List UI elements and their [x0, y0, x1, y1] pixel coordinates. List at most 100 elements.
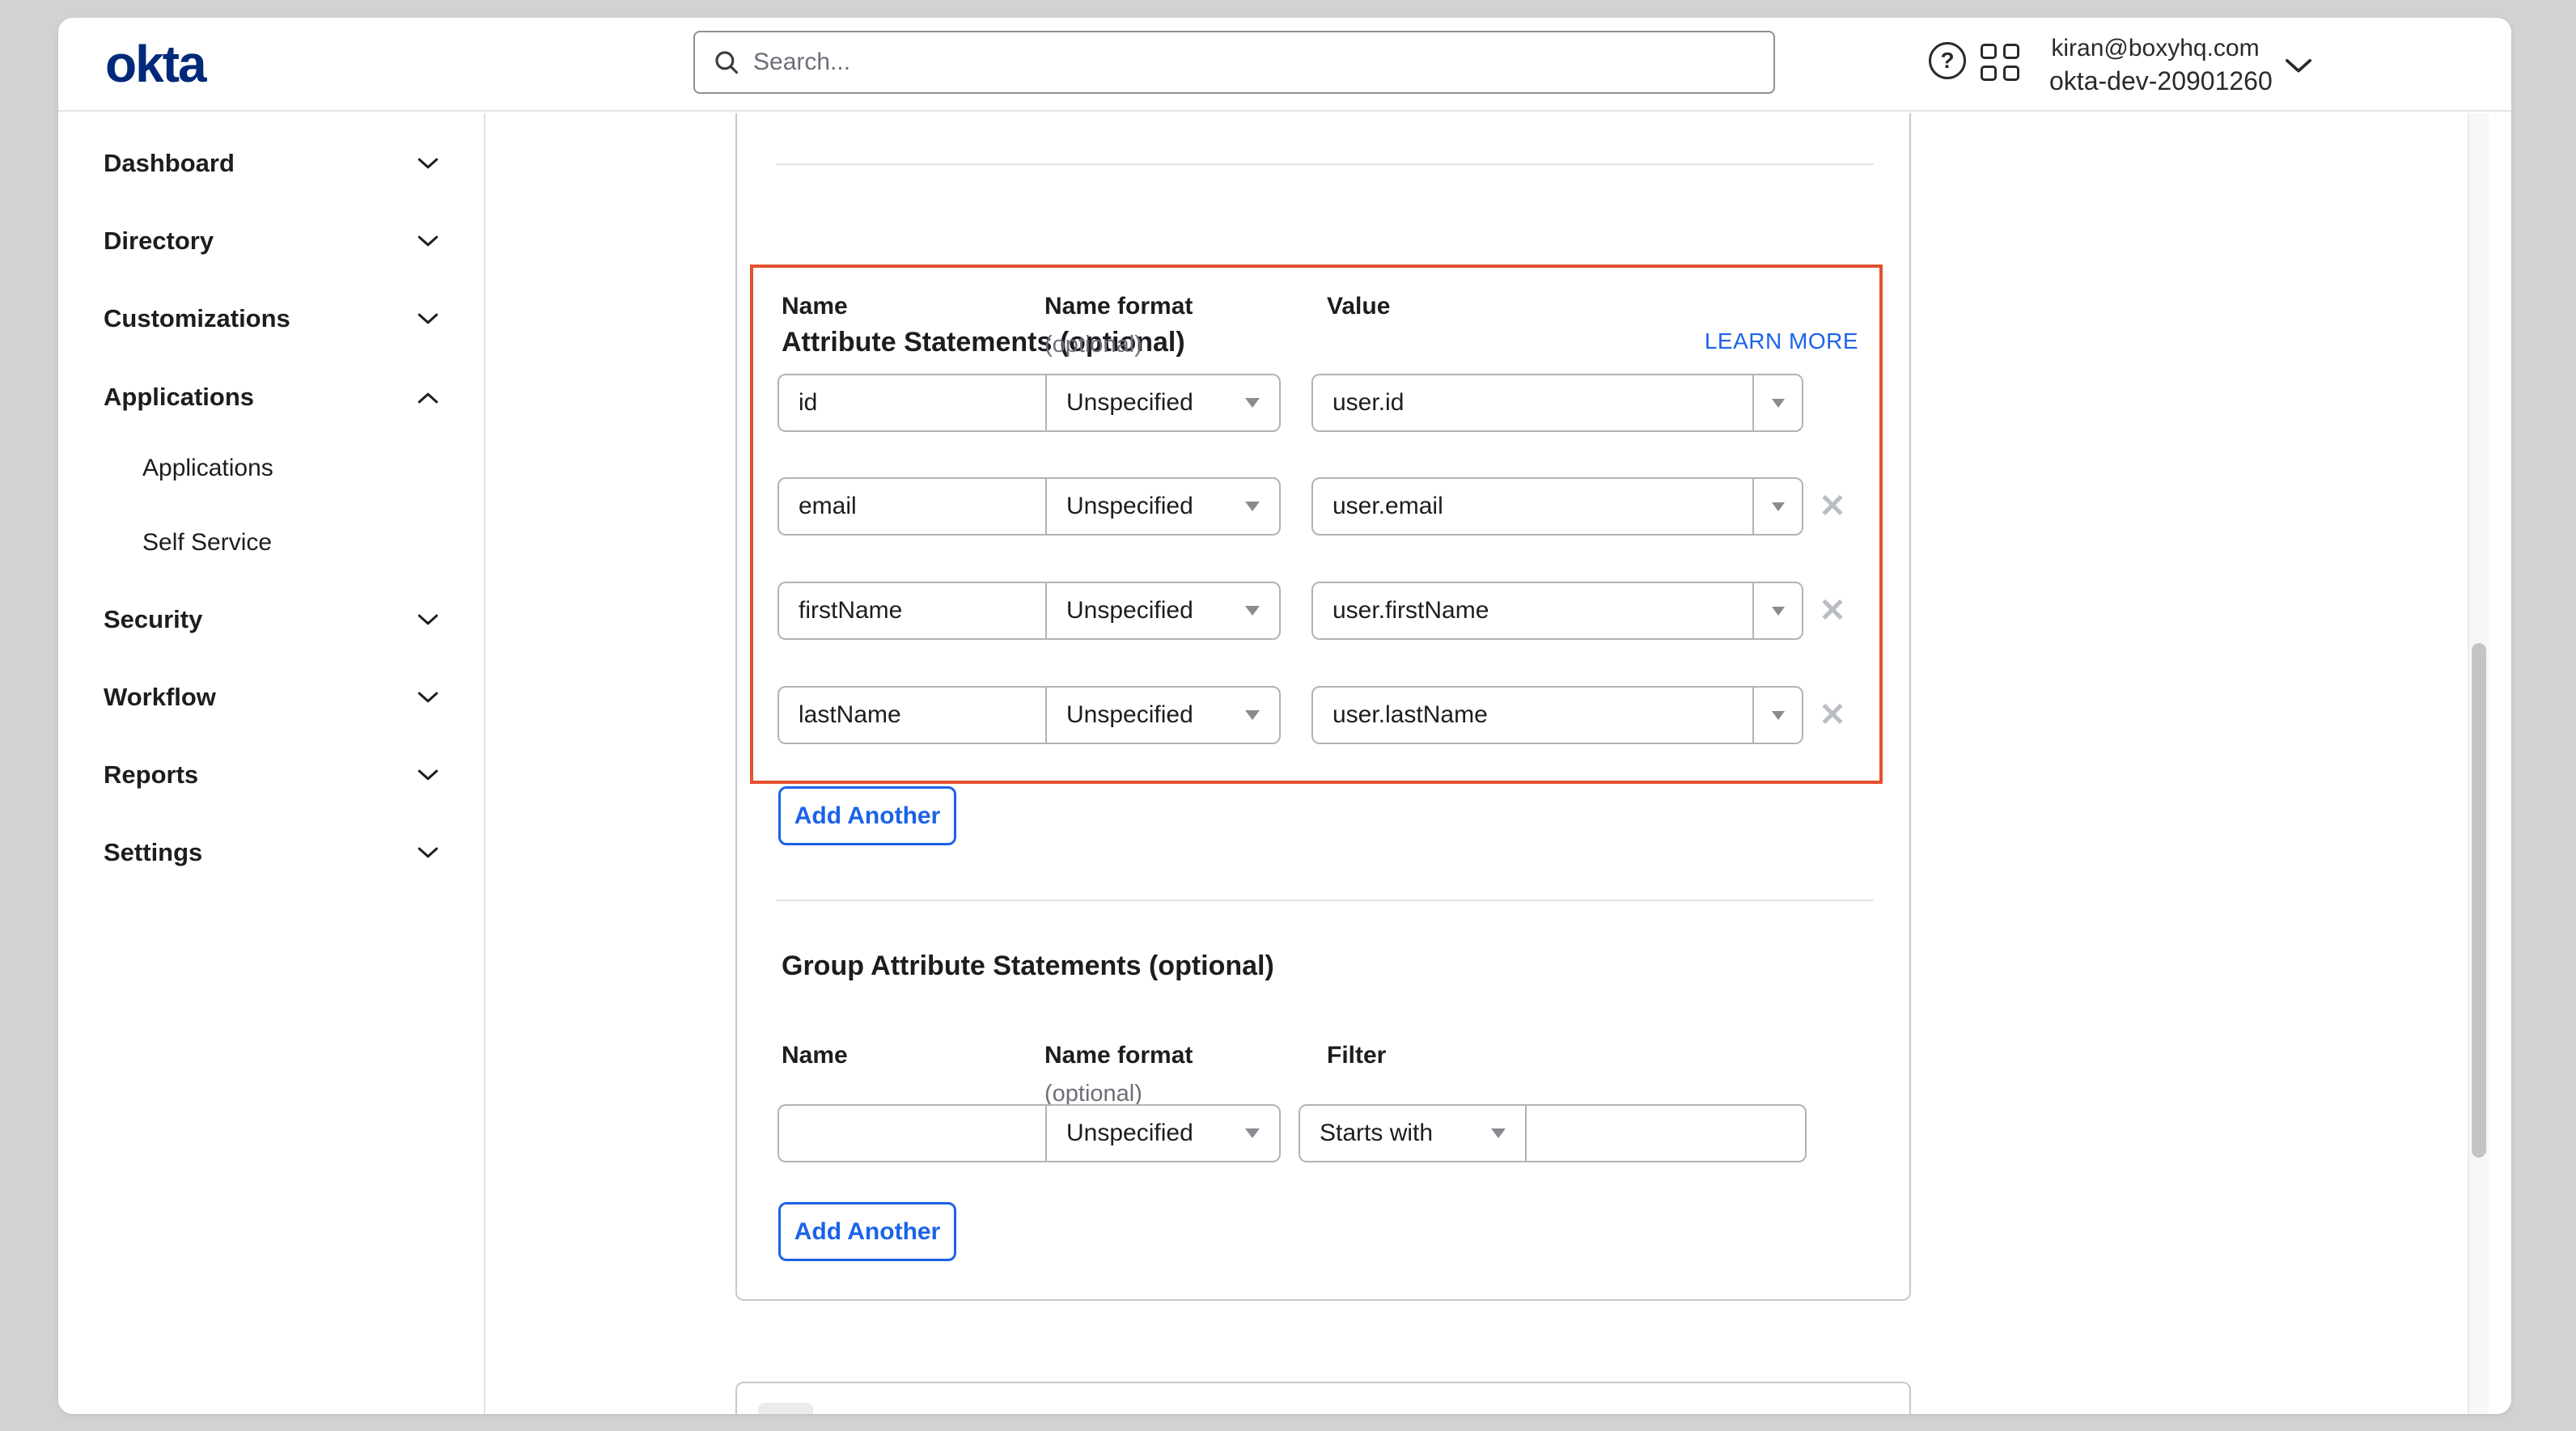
chevron-down-icon: [417, 769, 439, 781]
grid-square: [2003, 66, 2019, 81]
name-format-select[interactable]: Unspecified: [1045, 582, 1281, 640]
global-search[interactable]: [693, 31, 1775, 94]
add-another-button[interactable]: Add Another: [778, 786, 956, 845]
scrollbar-track[interactable]: [2468, 113, 2489, 1414]
sidebar-item-label: Reports: [104, 760, 417, 790]
chevron-down-icon: [417, 235, 439, 248]
caret-down-icon: [1772, 399, 1785, 408]
name-format-value: Unspecified: [1066, 597, 1245, 624]
chevron-down-icon: [417, 313, 439, 325]
remove-row-icon[interactable]: ✕: [1813, 686, 1852, 744]
attribute-value-input[interactable]: [1313, 479, 1752, 534]
caret-down-icon: [1245, 606, 1260, 616]
sidebar-item-reports[interactable]: Reports: [58, 757, 485, 793]
sidebar-item-directory[interactable]: Directory: [58, 223, 485, 259]
account-org: okta-dev-20901260: [2049, 65, 2261, 97]
sidebar-item-label: Customizations: [104, 304, 417, 333]
sidebar-item-customizations[interactable]: Customizations: [58, 301, 485, 337]
sidebar-item-settings[interactable]: Settings: [58, 835, 485, 870]
column-header-name-format: Name format: [1044, 1042, 1193, 1069]
sidebar-item-security[interactable]: Security: [58, 602, 485, 637]
caret-down-icon: [1772, 711, 1785, 720]
section-divider: [776, 163, 1874, 165]
name-format-select[interactable]: Unspecified: [1045, 686, 1281, 744]
sidebar-subitem-self-service[interactable]: Self Service: [58, 526, 485, 560]
column-header-name: Name: [782, 293, 848, 320]
attribute-value-input[interactable]: [1313, 375, 1752, 430]
sidebar-item-workflow[interactable]: Workflow: [58, 680, 485, 715]
chevron-down-icon: [417, 847, 439, 859]
column-header-value: Value: [1327, 293, 1390, 320]
admin-console-window: okta ? kiran@boxyhq.com okta-dev-2090126…: [58, 18, 2511, 1414]
attribute-name-input[interactable]: [777, 686, 1046, 744]
okta-logo[interactable]: okta: [105, 18, 205, 110]
grid-square: [1981, 44, 1997, 59]
value-dropdown-button[interactable]: [1752, 688, 1802, 743]
sidebar-item-dashboard[interactable]: Dashboard: [58, 146, 485, 181]
group-name-format-select[interactable]: Unspecified: [1045, 1104, 1281, 1162]
name-format-select[interactable]: Unspecified: [1045, 477, 1281, 536]
sidebar-item-label: Settings: [104, 838, 417, 867]
name-format-value: Unspecified: [1066, 1120, 1245, 1147]
sidebar-item-applications[interactable]: Applications: [58, 379, 485, 415]
content-area: Dashboard Directory Customizations Appli…: [58, 113, 2511, 1414]
attribute-value-combo: [1311, 374, 1803, 432]
grid-square: [1981, 66, 1997, 81]
column-header-filter: Filter: [1327, 1042, 1386, 1069]
chevron-down-icon: [417, 614, 439, 626]
section-stub: [758, 1403, 813, 1414]
sidebar-item-label: Applications: [104, 383, 417, 412]
attribute-value-input[interactable]: [1313, 583, 1752, 638]
column-header-name-format: Name format: [1044, 293, 1193, 320]
attribute-value-combo: [1311, 477, 1803, 536]
name-format-value: Unspecified: [1066, 493, 1245, 520]
attribute-name-input[interactable]: [777, 374, 1046, 432]
name-format-select[interactable]: Unspecified: [1045, 374, 1281, 432]
attribute-value-input[interactable]: [1313, 688, 1752, 743]
scrollbar-thumb[interactable]: [2472, 643, 2486, 1158]
column-header-name: Name: [782, 1042, 848, 1069]
sidebar-subitem-applications[interactable]: Applications: [58, 451, 485, 485]
group-attribute-statements-title: Group Attribute Statements (optional): [782, 950, 1274, 982]
attribute-value-combo: [1311, 686, 1803, 744]
apps-grid-icon[interactable]: [1981, 44, 2021, 83]
attribute-name-input[interactable]: [777, 582, 1046, 640]
account-email: kiran@boxyhq.com: [2049, 32, 2261, 65]
caret-down-icon: [1491, 1128, 1506, 1138]
chevron-up-icon: [417, 392, 439, 404]
section-divider: [776, 900, 1874, 901]
main-panel: Attribute Statements (optional) LEARN MO…: [487, 113, 2489, 1414]
filter-value-input[interactable]: [1525, 1104, 1807, 1162]
sidebar-item-label: Directory: [104, 227, 417, 256]
add-another-button[interactable]: Add Another: [778, 1202, 956, 1261]
next-section-card: [735, 1382, 1911, 1414]
sidebar-item-label: Workflow: [104, 683, 417, 712]
name-format-value: Unspecified: [1066, 389, 1245, 417]
caret-down-icon: [1772, 607, 1785, 616]
sidebar-item-label: Dashboard: [104, 149, 417, 178]
search-input[interactable]: [753, 49, 1756, 76]
value-dropdown-button[interactable]: [1752, 375, 1802, 430]
top-bar: okta ? kiran@boxyhq.com okta-dev-2090126…: [58, 18, 2511, 112]
value-dropdown-button[interactable]: [1752, 583, 1802, 638]
group-name-input[interactable]: [777, 1104, 1046, 1162]
filter-operator-select[interactable]: Starts with: [1299, 1104, 1525, 1162]
chevron-down-icon[interactable]: [2285, 58, 2312, 74]
remove-row-icon[interactable]: ✕: [1813, 582, 1852, 640]
sidebar-subitem-label: Applications: [142, 455, 273, 482]
saml-settings-card: Attribute Statements (optional) LEARN MO…: [735, 113, 1911, 1301]
chevron-down-icon: [417, 692, 439, 704]
grid-square: [2003, 44, 2019, 59]
sidebar-item-label: Security: [104, 605, 417, 634]
account-menu[interactable]: kiran@boxyhq.com okta-dev-20901260: [2049, 32, 2261, 97]
sidebar-subitem-label: Self Service: [142, 529, 272, 557]
attribute-name-input[interactable]: [777, 477, 1046, 536]
attribute-value-combo: [1311, 582, 1803, 640]
search-icon: [713, 49, 740, 76]
help-icon[interactable]: ?: [1929, 42, 1966, 79]
remove-row-icon[interactable]: ✕: [1813, 477, 1852, 536]
column-header-optional-note: (optional): [1044, 332, 1142, 358]
name-format-value: Unspecified: [1066, 701, 1245, 729]
sidebar-nav: Dashboard Directory Customizations Appli…: [58, 113, 485, 1414]
value-dropdown-button[interactable]: [1752, 479, 1802, 534]
